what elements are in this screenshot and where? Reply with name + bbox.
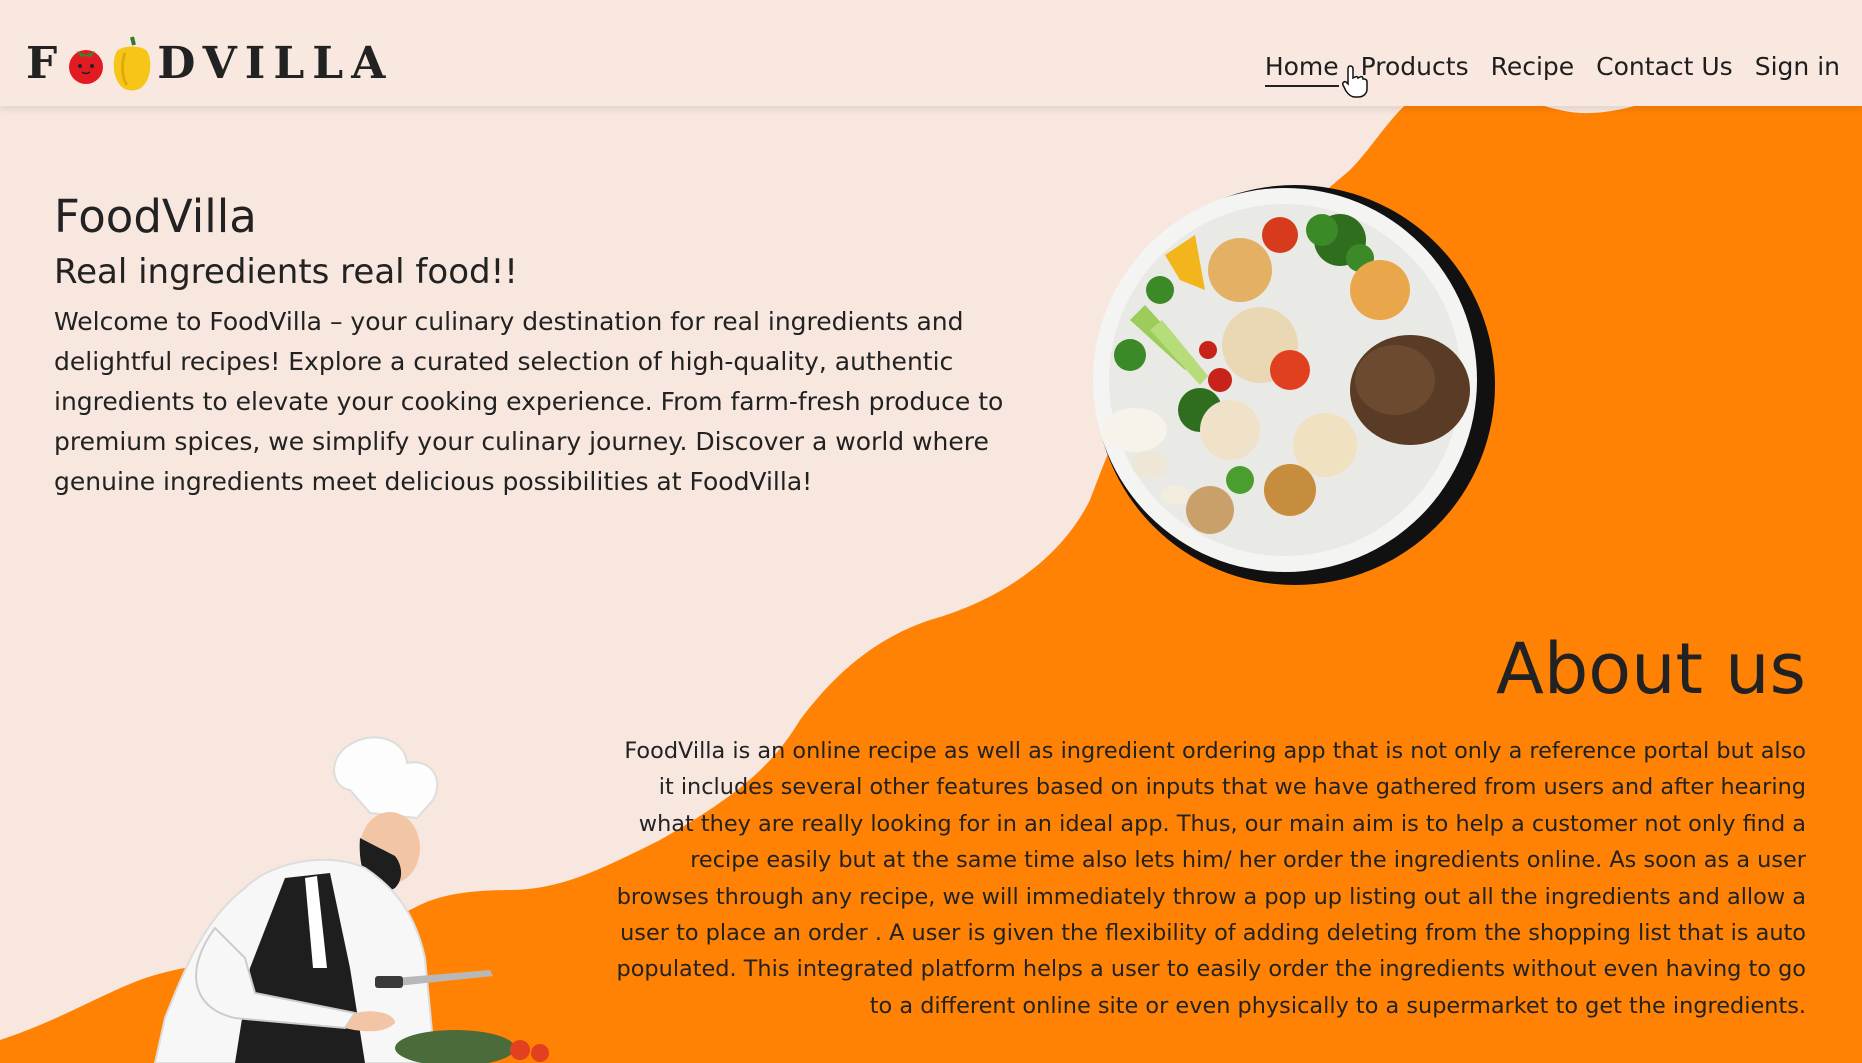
tomato-icon <box>69 50 104 84</box>
about-title: About us <box>1495 628 1806 710</box>
hero-title: FoodVilla <box>54 190 257 243</box>
about-description: FoodVilla is an online recipe as well as… <box>616 738 1807 1019</box>
bell-pepper-icon <box>113 36 151 91</box>
hero-description: Welcome to FoodVilla – your culinary des… <box>54 307 1004 496</box>
page-frame: F DVILLA Home Products Recipe Contact Us… <box>0 0 1862 1063</box>
food-plate-image <box>1093 185 1495 585</box>
logo-letter-f: F <box>26 37 66 89</box>
pointer-cursor-icon <box>1342 65 1368 98</box>
hero-subtitle: Real ingredients real food!! <box>54 252 518 292</box>
nav-contact-us[interactable]: Contact Us <box>1596 52 1733 87</box>
nav-recipe[interactable]: Recipe <box>1491 52 1575 87</box>
navbar: F DVILLA Home Products Recipe Contact Us… <box>0 0 1862 106</box>
nav-sign-in[interactable]: Sign in <box>1755 52 1840 87</box>
nav-home[interactable]: Home <box>1264 52 1339 87</box>
logo-text: DVILLA <box>157 37 394 89</box>
chef-illustration <box>153 736 549 1063</box>
logo[interactable]: F DVILLA <box>26 30 393 96</box>
nav-products[interactable]: Products <box>1361 52 1469 87</box>
